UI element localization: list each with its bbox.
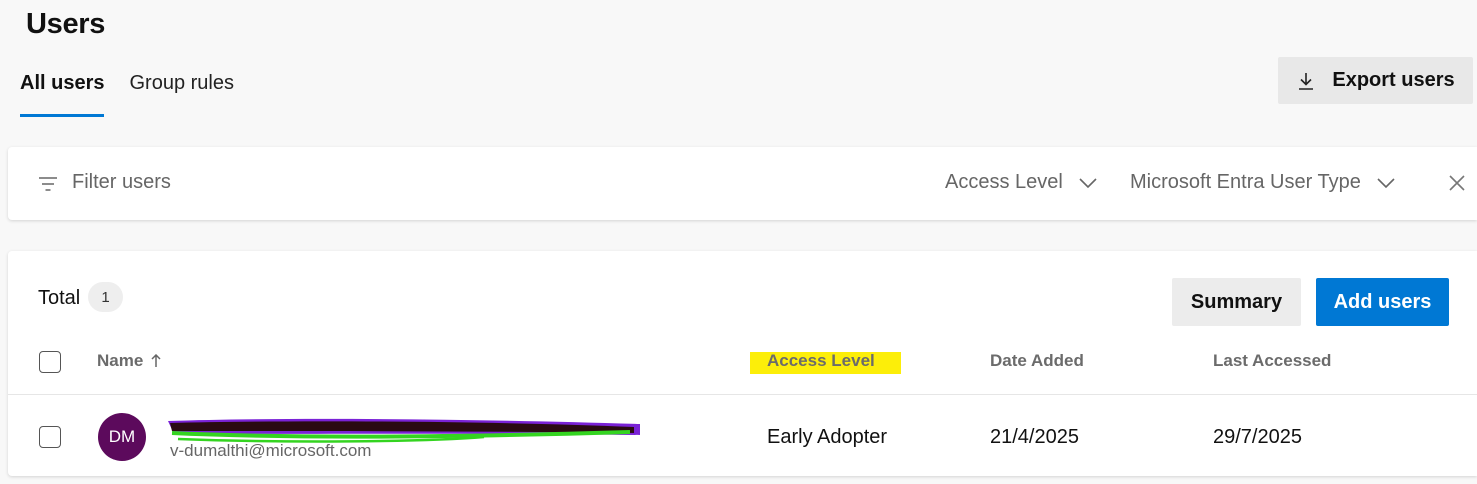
download-icon [1299,72,1314,90]
column-header-name[interactable]: Name [97,351,161,371]
column-header-access-level[interactable]: Access Level [767,351,875,371]
column-header-date-added[interactable]: Date Added [990,351,1084,371]
page-title: Users [26,8,106,40]
filter-users-input[interactable]: Filter users [72,171,171,194]
tab-bar: All users Group rules [20,64,259,117]
row-divider [8,394,1477,395]
row-checkbox[interactable] [39,426,61,448]
export-users-label: Export users [1332,69,1455,91]
total-count-badge: 1 [88,282,123,312]
sort-ascending-icon [151,354,161,367]
add-users-button[interactable]: Add users [1316,278,1449,326]
close-icon[interactable] [1448,174,1466,192]
chevron-down-icon [1377,177,1395,188]
access-level-cell: Early Adopter [767,426,888,448]
filter-icon [39,177,57,191]
select-all-checkbox[interactable] [39,351,61,373]
users-table-card: Total 1 Summary Add users Name Access Le… [8,251,1477,476]
summary-button[interactable]: Summary [1172,278,1301,326]
column-header-last-accessed[interactable]: Last Accessed [1213,351,1331,371]
entra-user-type-dropdown[interactable]: Microsoft Entra User Type [1130,171,1395,194]
column-header-name-label: Name [97,351,144,370]
total-label: Total [38,287,81,309]
filter-bar: Filter users Access Level Microsoft Entr… [8,147,1477,220]
tab-all-users[interactable]: All users [20,64,105,117]
access-level-dropdown[interactable]: Access Level [945,171,1097,194]
export-users-button[interactable]: Export users [1278,57,1473,104]
entra-user-type-dropdown-label: Microsoft Entra User Type [1130,171,1361,193]
avatar: DM [98,413,146,461]
chevron-down-icon [1079,177,1097,188]
tab-group-rules[interactable]: Group rules [129,64,234,117]
last-accessed-cell: 29/7/2025 [1213,426,1302,448]
user-email: v-dumalthi@microsoft.com [170,441,372,460]
access-level-dropdown-label: Access Level [945,171,1063,193]
date-added-cell: 21/4/2025 [990,426,1079,448]
